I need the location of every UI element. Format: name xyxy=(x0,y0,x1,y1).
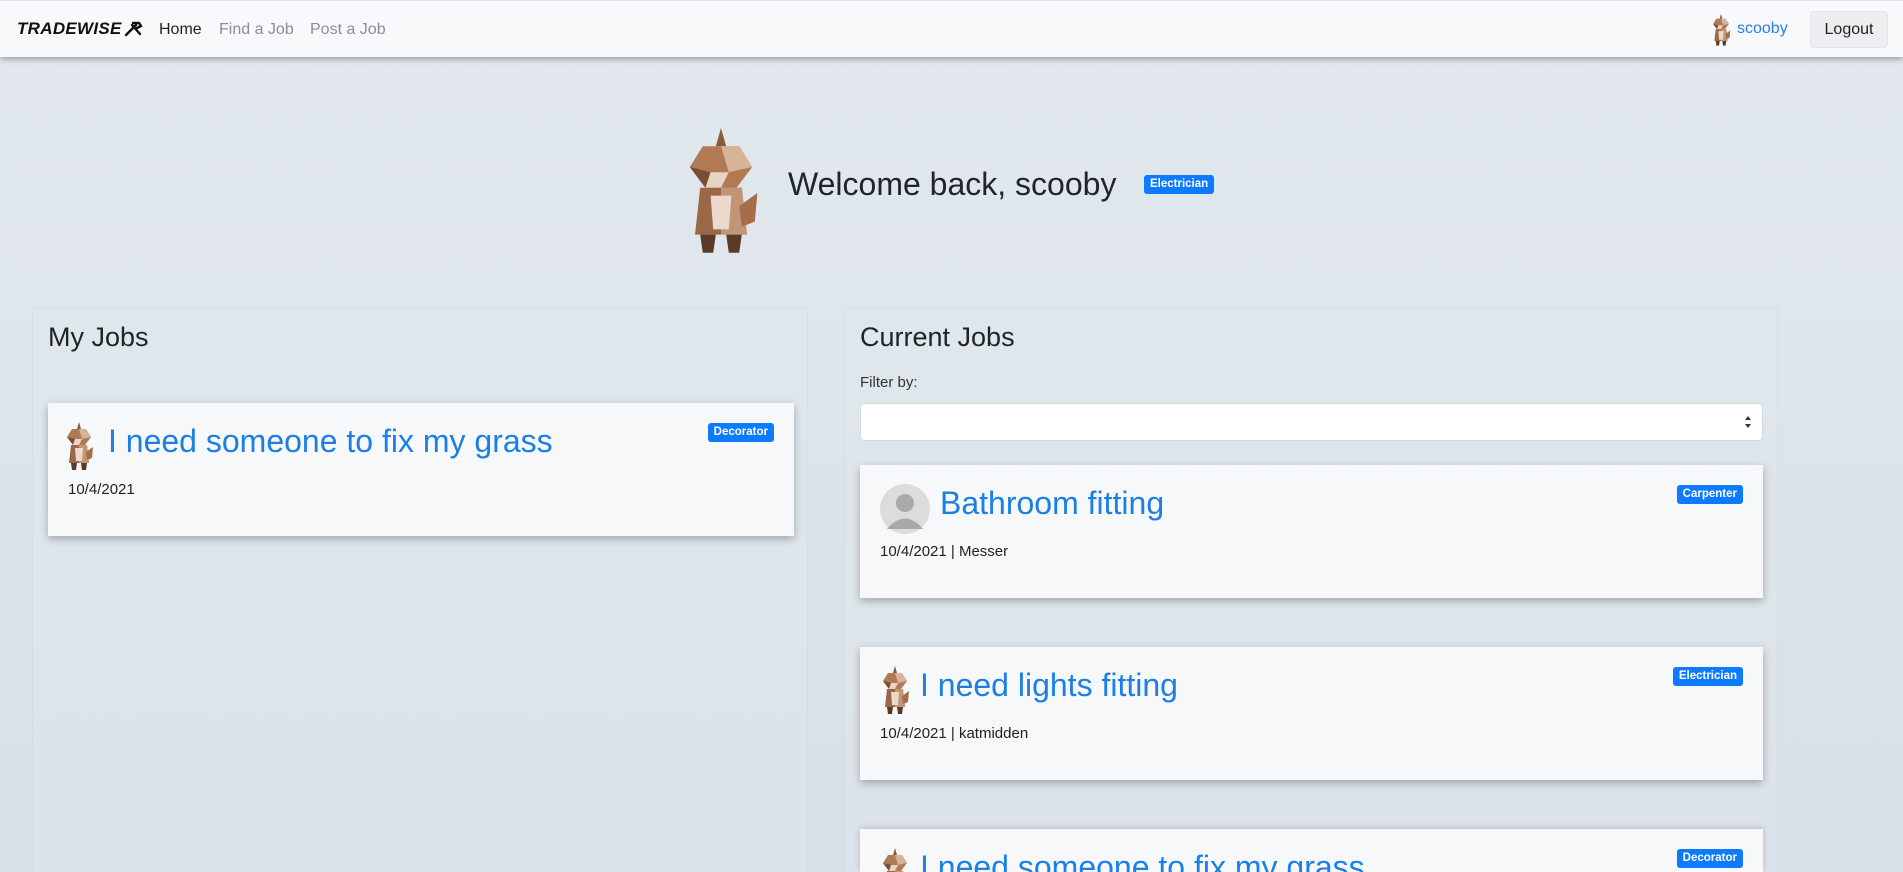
hammer-wrench-icon xyxy=(124,21,143,37)
filter-label: Filter by: xyxy=(860,374,918,391)
nav-post-job-link[interactable]: Post a Job xyxy=(310,21,386,39)
job-title-link[interactable]: I need lights fitting xyxy=(920,667,1178,704)
job-title-link[interactable]: I need someone to fix my grass xyxy=(108,423,553,460)
job-meta: 10/4/2021 | Messer xyxy=(880,543,1009,560)
job-avatar xyxy=(883,848,909,872)
job-date: 10/4/2021 xyxy=(68,481,135,498)
job-card[interactable]: Bathroom fitting Carpenter 10/4/2021 | M… xyxy=(860,465,1763,598)
filter-select[interactable] xyxy=(860,403,1763,441)
nav-find-job-link[interactable]: Find a Job xyxy=(219,21,294,39)
my-jobs-panel xyxy=(32,307,808,872)
profile-avatar xyxy=(689,128,758,253)
job-card[interactable]: I need someone to fix my grass Decorator… xyxy=(48,403,794,536)
job-card[interactable]: I need someone to fix my grass Decorator xyxy=(860,829,1763,872)
user-avatar xyxy=(1713,14,1731,46)
job-trade-badge: Decorator xyxy=(1676,849,1743,869)
my-jobs-title: My Jobs xyxy=(48,322,149,352)
job-avatar xyxy=(883,666,909,714)
job-avatar xyxy=(67,422,93,470)
job-trade-badge: Electrician xyxy=(1672,667,1743,687)
current-jobs-title: Current Jobs xyxy=(860,322,1015,352)
job-trade-badge: Carpenter xyxy=(1676,485,1743,505)
welcome-heading: Welcome back, scooby xyxy=(788,166,1117,202)
brand-logo[interactable]: TRADEWISE xyxy=(17,19,144,39)
trade-badge: Electrician xyxy=(1144,175,1215,195)
user-menu[interactable]: scooby xyxy=(1711,14,1788,47)
job-meta: 10/4/2021 | katmidden xyxy=(880,725,1029,742)
logout-button[interactable]: Logout xyxy=(1810,11,1888,48)
username-link[interactable]: scooby xyxy=(1737,20,1788,38)
job-card[interactable]: I need lights fitting Electrician 10/4/2… xyxy=(860,647,1763,780)
top-navbar: TRADEWISE Home Find a Job Post a Job sco… xyxy=(0,0,1903,57)
job-title-link[interactable]: Bathroom fitting xyxy=(940,485,1164,522)
job-trade-badge: Decorator xyxy=(707,423,774,443)
nav-home-link[interactable]: Home xyxy=(159,21,202,39)
select-arrows-icon xyxy=(1745,416,1751,428)
job-title-link[interactable]: I need someone to fix my grass xyxy=(920,849,1365,872)
default-user-avatar xyxy=(880,484,930,534)
brand-name[interactable]: TRADEWISE xyxy=(17,19,122,39)
